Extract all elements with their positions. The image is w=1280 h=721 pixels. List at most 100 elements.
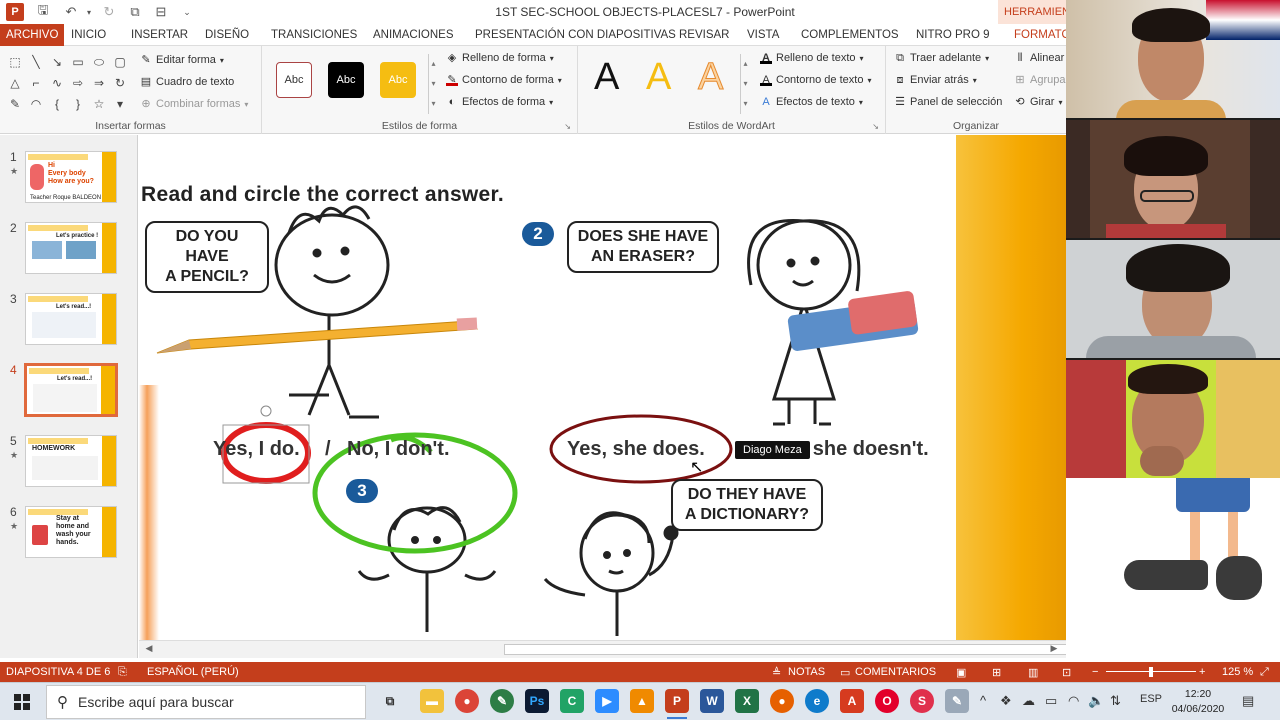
tab-animations[interactable]: ANIMACIONES — [373, 24, 454, 46]
undo-dropdown-icon[interactable]: ▾ — [80, 3, 98, 21]
text-box-button[interactable]: ▤ Cuadro de texto — [140, 76, 234, 88]
slide-editing-area[interactable]: Read and circle the correct answer. DO Y… — [139, 135, 1066, 640]
edge-icon[interactable]: e — [805, 689, 829, 713]
slide-thumbnail-5[interactable]: HOMEWORK — [25, 435, 117, 487]
line-shape-icon[interactable]: ╲ — [27, 54, 45, 72]
system-clock[interactable]: 12:20 04/06/2020 — [1168, 687, 1228, 717]
curve-connector-icon[interactable]: ∿ — [48, 75, 66, 93]
rotate-button[interactable]: ⟲ Girar ▾ — [1014, 96, 1062, 108]
notes-button[interactable]: NOTAS — [788, 666, 825, 678]
elbow-connector-icon[interactable]: ⌐ — [27, 75, 45, 93]
zoom-in-icon[interactable]: + — [1199, 666, 1205, 678]
volume-icon[interactable]: 🔈 — [1088, 693, 1104, 709]
start-button[interactable] — [0, 683, 44, 721]
shape-styles-launcher-icon[interactable]: ↘ — [564, 122, 571, 131]
slide-thumbnail-2[interactable]: Let's practice ! — [25, 222, 117, 274]
arrow-line-shape-icon[interactable]: ↘ — [48, 54, 66, 72]
zoom-slider-thumb[interactable] — [1149, 667, 1153, 677]
pentagon-arrow-icon[interactable]: ⇒ — [90, 75, 108, 93]
word-icon[interactable]: W — [700, 689, 724, 713]
wordart-scroll[interactable]: ▴ ▾ ▾ — [740, 54, 750, 114]
wifi-icon[interactable]: ◠ — [1068, 693, 1079, 709]
network-icon[interactable]: ⇅ — [1110, 693, 1121, 709]
answer-no-i-dont[interactable]: No, I don't. — [347, 438, 450, 461]
triangle-shape-icon[interactable]: △ — [6, 75, 24, 93]
shape-outline-button[interactable]: ✎ Contorno de forma ▾ — [446, 74, 562, 86]
spellcheck-icon[interactable]: ⎘ — [118, 666, 127, 679]
powerpoint-taskbar-icon[interactable]: P — [665, 689, 689, 719]
slide-thumbnail-pane[interactable]: 1 ★ Hi Every body How are you? Teacher R… — [0, 135, 138, 658]
firefox-icon[interactable]: ● — [770, 689, 794, 713]
right-arrow-shape-icon[interactable]: ⇨ — [69, 75, 87, 93]
touch-mode-icon[interactable]: ⊟ — [152, 3, 170, 21]
task-view-icon[interactable]: ⧉ — [378, 689, 402, 713]
wordart-style-gold[interactable]: A — [646, 56, 671, 99]
speech-bubble-q1[interactable]: DO YOU HAVE A PENCIL? — [145, 221, 269, 293]
text-effects-button[interactable]: A Efectos de texto ▾ — [760, 96, 863, 108]
save-icon[interactable]: 🖫 — [34, 2, 52, 21]
more-shapes-icon[interactable]: ▾ — [111, 96, 129, 114]
brace-left-icon[interactable]: { — [48, 96, 66, 114]
speech-bubble-q3[interactable]: DO THEY HAVE A DICTIONARY? — [671, 479, 823, 531]
reading-view-icon[interactable]: ▥ — [1028, 666, 1038, 679]
show-hidden-icons[interactable]: ^ — [980, 693, 986, 708]
undo-icon[interactable]: ↶ — [62, 3, 80, 21]
acrobat-icon[interactable]: A — [840, 689, 864, 713]
text-fill-button[interactable]: A Relleno de texto ▾ — [760, 52, 864, 64]
drawing-app-icon[interactable]: ✎ — [945, 689, 969, 713]
start-presentation-icon[interactable]: ⧉ — [126, 3, 144, 21]
rectangle-shape-icon[interactable]: ▭ — [69, 54, 87, 72]
tab-home[interactable]: INICIO — [71, 24, 106, 46]
circular-arrow-icon[interactable]: ↻ — [111, 75, 129, 93]
dropbox-icon[interactable]: ❖ — [1000, 693, 1012, 709]
shape-effects-button[interactable]: ◐ Efectos de forma ▾ — [446, 96, 554, 108]
tab-nitro[interactable]: NITRO PRO 9 — [916, 24, 989, 46]
tab-insert[interactable]: INSERTAR — [131, 24, 188, 46]
file-explorer-icon[interactable]: ▬ — [420, 689, 444, 713]
group-button[interactable]: ⊞ Agrupar — [1014, 74, 1069, 86]
tab-design[interactable]: DISEÑO — [205, 24, 249, 46]
answer-yes-i-do[interactable]: Yes, I do. — [213, 438, 300, 461]
merge-shapes-button[interactable]: ⊕ Combinar formas ▾ — [140, 98, 248, 110]
participant-video-4[interactable] — [1066, 360, 1280, 478]
text-outline-button[interactable]: A Contorno de texto ▾ — [760, 74, 871, 86]
slide-thumbnail-6[interactable]: Stay at home and wash your hands. — [25, 506, 117, 558]
screencast-icon[interactable]: S — [910, 689, 934, 713]
chrome-icon[interactable]: ● — [455, 689, 479, 713]
vlc-icon[interactable]: ▲ — [630, 689, 654, 713]
shape-gallery[interactable]: ⬚ ╲ ↘ ▭ ⬭ ▢ △ ⌐ ∿ ⇨ ⇒ ↻ ✎ ◠ { } ☆ ▾ — [6, 54, 132, 114]
wordart-style-outline[interactable]: A — [697, 56, 723, 99]
horizontal-scrollbar[interactable]: ◀ ▶ — [139, 640, 1164, 658]
battery-icon[interactable]: ▭ — [1045, 693, 1057, 709]
excel-icon[interactable]: X — [735, 689, 759, 713]
speech-bubble-q2[interactable]: DOES SHE HAVE AN ERASER? — [567, 221, 719, 273]
shape-style-gold[interactable]: Abc — [380, 62, 416, 98]
answer-yes-she-does[interactable]: Yes, she does. — [567, 438, 705, 461]
selection-pane-button[interactable]: ☰ Panel de selección — [894, 96, 1002, 108]
tab-addins[interactable]: COMPLEMENTOS — [801, 24, 899, 46]
opera-icon[interactable]: O — [875, 689, 899, 713]
edit-shape-button[interactable]: ✎ Editar forma ▾ — [140, 54, 224, 66]
wordart-style-black[interactable]: A — [594, 56, 619, 99]
taskbar-search[interactable]: ⚲ Escribe aquí para buscar — [46, 685, 366, 719]
notes-icon[interactable]: ≜ — [772, 666, 781, 679]
fit-slide-icon[interactable]: ⤢ — [1260, 666, 1269, 679]
tab-format[interactable]: FORMATO — [1014, 24, 1070, 46]
notification-center-icon[interactable]: ▤ — [1242, 693, 1254, 709]
bring-forward-button[interactable]: ⧉ Traer adelante ▾ — [894, 52, 989, 64]
comments-button[interactable]: COMENTARIOS — [855, 666, 936, 678]
scroll-left-icon[interactable]: ◀ — [143, 643, 155, 655]
oval-shape-icon[interactable]: ⬭ — [90, 54, 108, 72]
app-icon[interactable]: ✎ — [490, 689, 514, 713]
zoom-level[interactable]: 125 % — [1222, 666, 1253, 678]
participant-video-3[interactable] — [1066, 240, 1280, 358]
scroll-right-icon[interactable]: ▶ — [1048, 643, 1060, 655]
normal-view-icon[interactable]: ▣ — [956, 666, 966, 679]
language-indicator[interactable]: ESPAÑOL (PERÚ) — [147, 666, 239, 678]
tab-review[interactable]: REVISAR — [679, 24, 730, 46]
brace-right-icon[interactable]: } — [69, 96, 87, 114]
participant-video-2[interactable] — [1066, 120, 1280, 238]
slide-thumbnail-4[interactable]: Let's read...! — [24, 363, 118, 417]
comments-icon[interactable]: ▭ — [840, 666, 850, 679]
customize-quick-access-icon[interactable]: ⌄ — [178, 3, 196, 21]
